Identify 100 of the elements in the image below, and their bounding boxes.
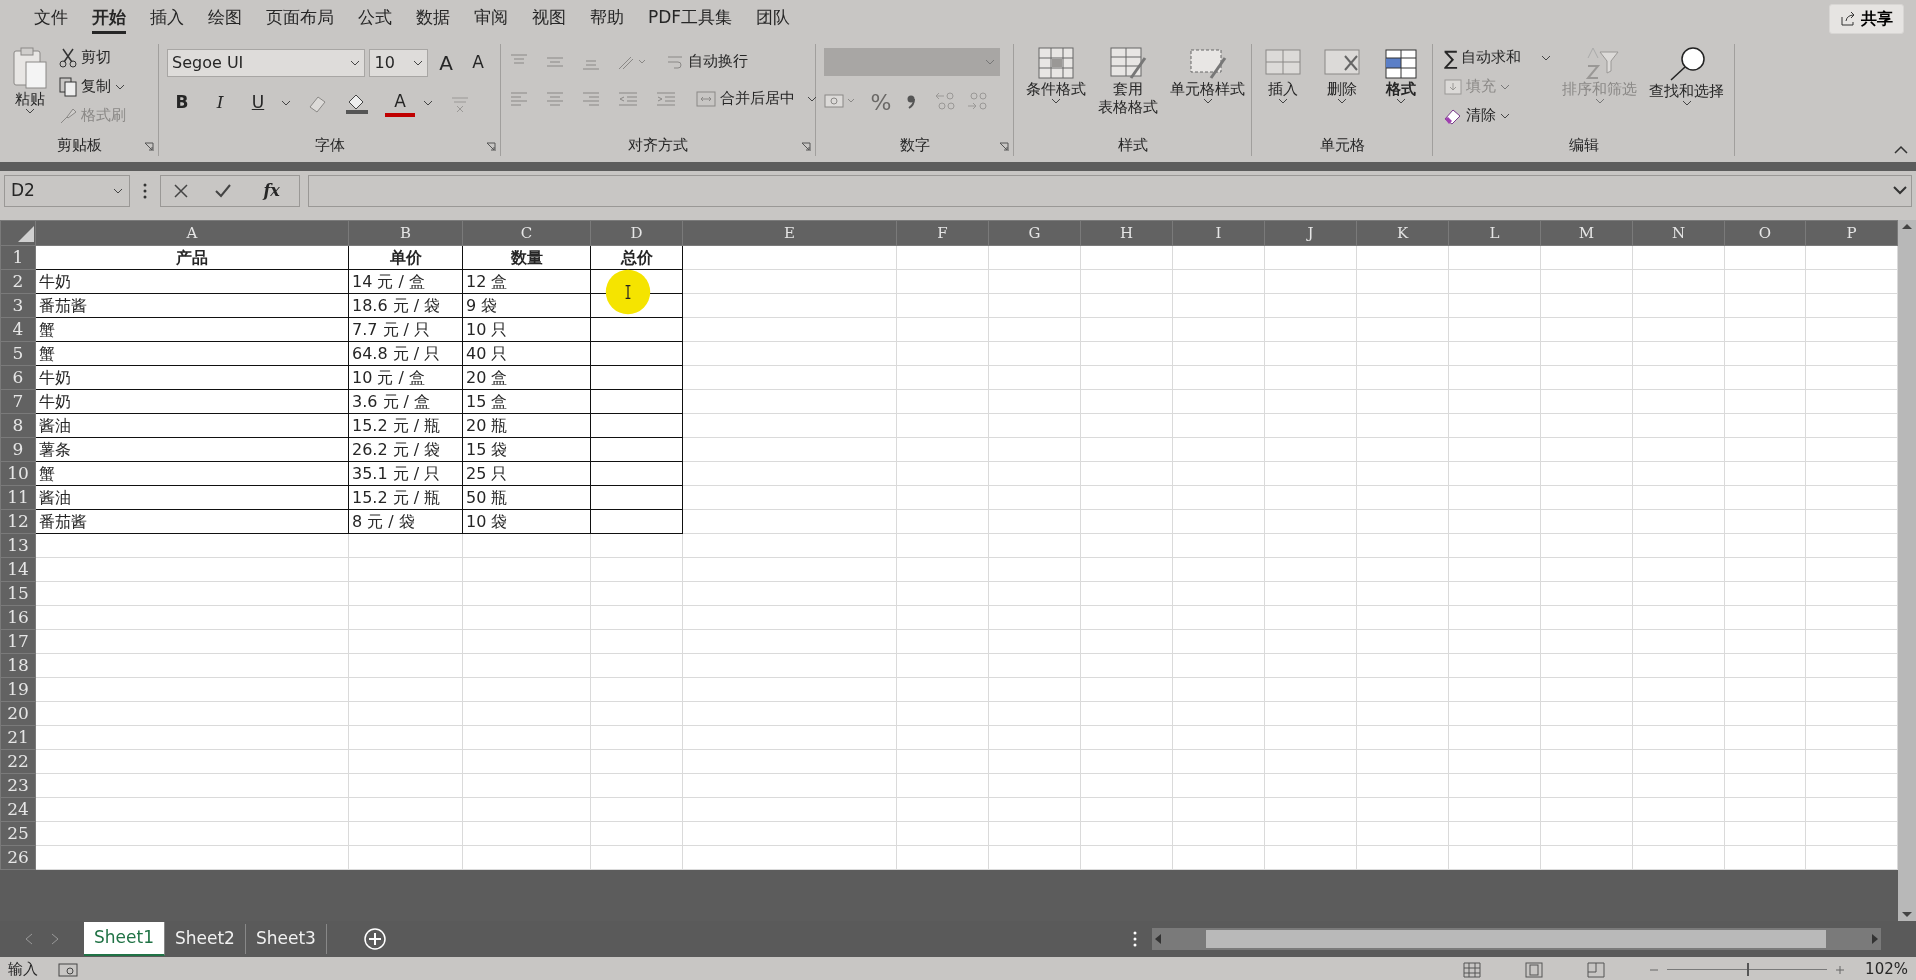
down-arrow-icon[interactable] (1901, 911, 1913, 919)
increase-decimal-icon[interactable] (934, 90, 958, 112)
row-header[interactable]: 15 (0, 581, 36, 606)
row-header[interactable]: 13 (0, 533, 36, 558)
next-sheet-icon[interactable] (50, 933, 60, 945)
autosum-button[interactable]: ∑ 自动求和 (1441, 44, 1555, 71)
zoom-in-icon[interactable] (1835, 964, 1846, 975)
ribbon-tab[interactable]: 插入 (138, 0, 196, 36)
shrink-font-button[interactable]: A (464, 48, 492, 78)
sheet-tab[interactable]: Sheet1 (84, 922, 165, 956)
more-icon[interactable] (1131, 930, 1138, 948)
clear-button[interactable]: 清除 (1441, 102, 1555, 129)
ribbon-tab[interactable]: 公式 (346, 0, 404, 36)
grow-font-button[interactable]: A (432, 48, 460, 78)
ribbon-tab[interactable]: 团队 (744, 0, 803, 36)
cancel-icon[interactable] (173, 182, 190, 199)
horizontal-scrollbar[interactable] (1151, 928, 1881, 950)
column-header[interactable]: L (1448, 220, 1541, 246)
row-header[interactable]: 21 (0, 725, 36, 750)
page-layout-icon[interactable] (1525, 961, 1544, 978)
row-header[interactable]: 10 (0, 461, 36, 486)
row-header[interactable]: 25 (0, 821, 36, 846)
name-box[interactable]: D2 (4, 174, 130, 207)
format-as-table-button[interactable]: 套用 表格格式 (1094, 44, 1162, 134)
column-header[interactable]: D (590, 220, 683, 246)
ribbon-tab[interactable]: 视图 (520, 0, 578, 36)
row-header[interactable]: 22 (0, 749, 36, 774)
cell-styles-button[interactable]: 单元格样式 (1166, 44, 1249, 134)
column-header[interactable]: A (35, 220, 349, 246)
previous-sheet-icon[interactable] (24, 933, 34, 945)
row-header[interactable]: 24 (0, 797, 36, 822)
row-header[interactable]: 9 (0, 437, 36, 462)
ribbon-tab[interactable]: 页面布局 (254, 0, 346, 36)
underline-button[interactable]: U (243, 88, 273, 118)
vertical-scrollbar[interactable] (1898, 220, 1916, 921)
wrap-text-button[interactable]: 自动换行 (663, 48, 751, 75)
row-header[interactable]: 18 (0, 653, 36, 678)
ribbon-tab[interactable]: 开始 (80, 0, 138, 36)
row-header[interactable]: 23 (0, 773, 36, 798)
row-header[interactable]: 3 (0, 293, 36, 318)
row-header[interactable]: 20 (0, 701, 36, 726)
scroll-thumb[interactable] (1206, 930, 1827, 948)
row-header[interactable]: 17 (0, 629, 36, 654)
column-header[interactable]: H (1080, 220, 1173, 246)
row-header[interactable]: 6 (0, 365, 36, 390)
format-button[interactable]: 格式 (1378, 44, 1424, 134)
row-header[interactable]: 5 (0, 341, 36, 366)
column-header[interactable]: B (348, 220, 463, 246)
find-select-button[interactable]: 查找和选择 (1645, 44, 1729, 134)
launcher-icon[interactable] (486, 142, 496, 152)
macro-record-icon[interactable] (58, 961, 78, 978)
formula-input[interactable] (308, 174, 1912, 207)
align-right-icon[interactable] (581, 89, 601, 108)
increase-indent-icon[interactable] (655, 89, 677, 108)
column-header[interactable]: C (462, 220, 591, 246)
row-header[interactable]: 8 (0, 413, 36, 438)
expand-icon[interactable] (1893, 186, 1907, 195)
font-color-button[interactable]: A (385, 89, 415, 117)
ribbon-tab[interactable]: 审阅 (462, 0, 520, 36)
column-header[interactable]: O (1724, 220, 1806, 246)
row-header[interactable]: 26 (0, 845, 36, 870)
row-header[interactable]: 11 (0, 485, 36, 510)
share-button[interactable]: 共享 (1829, 4, 1904, 34)
add-sheet-icon[interactable] (362, 927, 387, 951)
page-break-icon[interactable] (1587, 961, 1606, 978)
font-name-field[interactable]: Segoe UI (167, 49, 366, 77)
column-header[interactable]: E (682, 220, 897, 246)
row-header[interactable]: 7 (0, 389, 36, 414)
decrease-indent-icon[interactable] (617, 89, 639, 108)
more-icon[interactable] (142, 181, 148, 200)
font-size-field[interactable]: 10 (369, 49, 428, 77)
bold-button[interactable]: B (167, 88, 197, 118)
align-center-icon[interactable] (545, 89, 565, 108)
slider-thumb[interactable] (1747, 963, 1750, 976)
column-header[interactable]: M (1540, 220, 1633, 246)
row-header[interactable]: 4 (0, 317, 36, 342)
cut-button[interactable]: 剪切 (56, 44, 129, 71)
right-arrow-icon[interactable] (1870, 933, 1879, 945)
italic-button[interactable]: I (205, 88, 235, 118)
launcher-icon[interactable] (144, 142, 154, 152)
row-header[interactable]: 2 (0, 269, 36, 294)
ribbon-tab[interactable]: 帮助 (578, 0, 636, 36)
collapse-ribbon-icon[interactable] (1894, 145, 1908, 154)
row-header[interactable]: 12 (0, 509, 36, 534)
zoom-level-text[interactable]: 102% (1865, 958, 1908, 980)
row-header[interactable]: 19 (0, 677, 36, 702)
insert-button[interactable]: 插入 (1260, 44, 1306, 134)
column-header[interactable]: J (1264, 220, 1357, 246)
sheet-tab[interactable]: Sheet3 (245, 924, 327, 954)
column-header[interactable]: K (1356, 220, 1449, 246)
normal-view-icon[interactable] (1463, 961, 1482, 978)
column-header[interactable]: N (1632, 220, 1725, 246)
left-arrow-icon[interactable] (1153, 933, 1162, 945)
percent-button[interactable]: % (866, 86, 896, 116)
up-arrow-icon[interactable] (1901, 222, 1913, 230)
ribbon-tab[interactable]: 文件 (22, 0, 80, 36)
copy-button[interactable]: 复制 (56, 73, 129, 100)
column-header[interactable]: P (1805, 220, 1898, 246)
ribbon-tab[interactable]: 绘图 (196, 0, 254, 36)
decrease-decimal-icon[interactable] (966, 90, 990, 112)
